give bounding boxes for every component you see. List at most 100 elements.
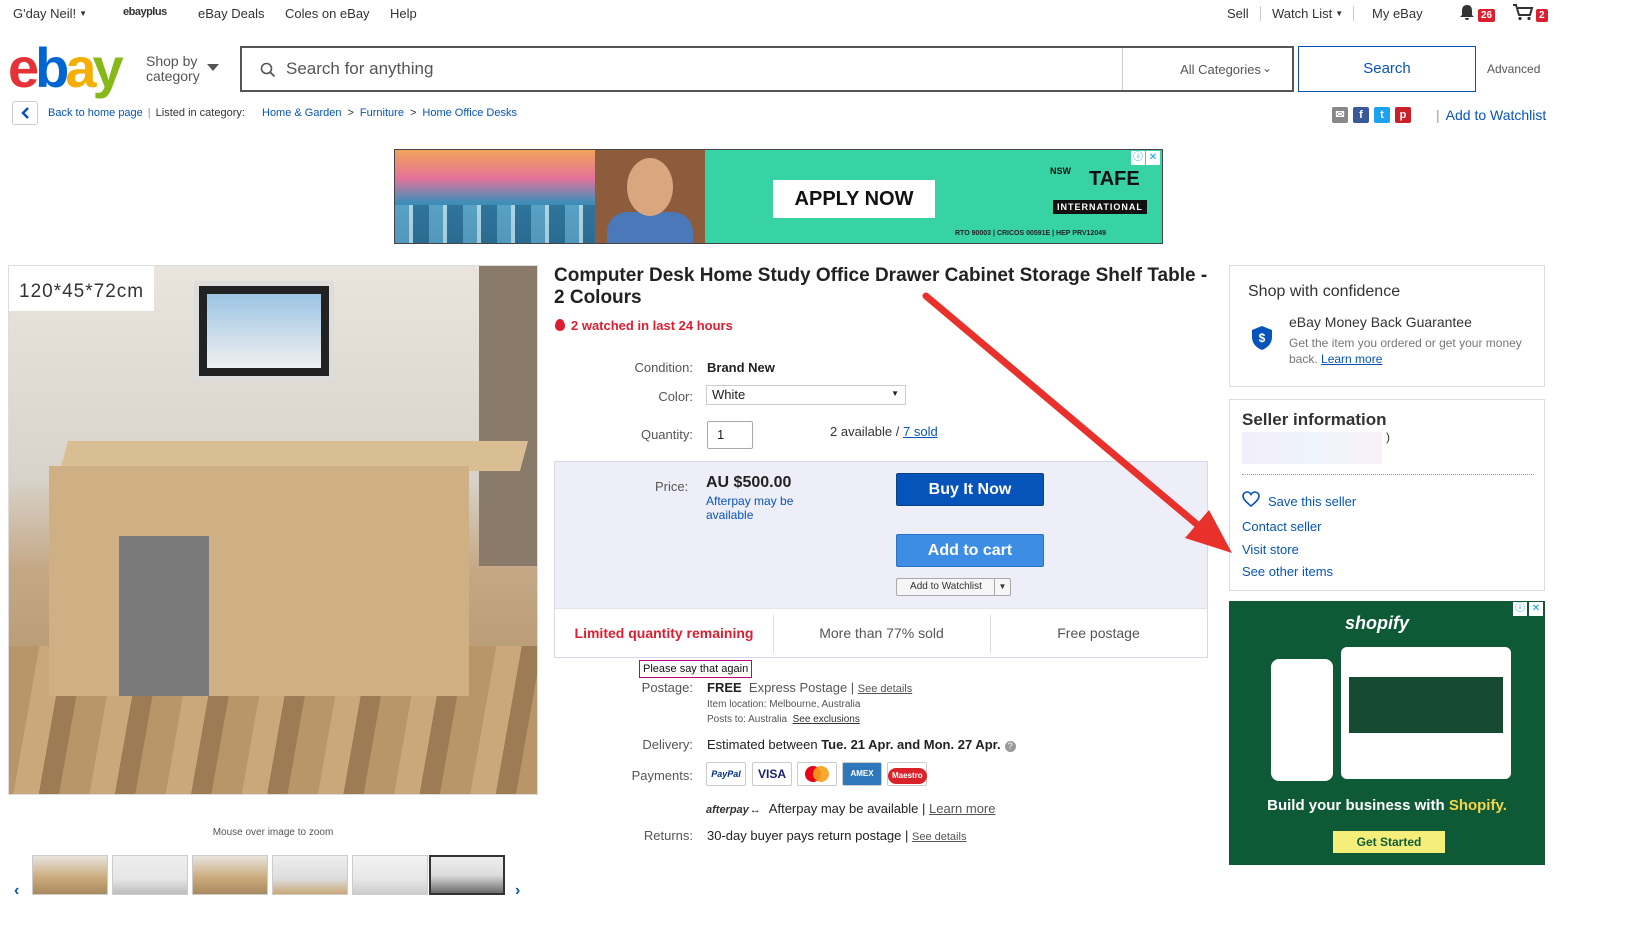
chevron-down-icon: ▼ (891, 389, 899, 398)
save-seller-link[interactable]: Save this seller (1268, 494, 1356, 509)
apply-now-button[interactable]: APPLY NOW (773, 180, 935, 218)
chevron-left-icon (21, 107, 29, 119)
breadcrumb-furniture[interactable]: Furniture (360, 107, 404, 119)
advanced-search-link[interactable]: Advanced (1487, 62, 1540, 76)
zoom-hint: Mouse over image to zoom (212, 827, 334, 838)
afterpay-row: afterpay↔ Afterpay may be available | Lea… (706, 801, 995, 816)
rto-text: RTO 90003 | CRICOS 00591E | HEP PRV12049 (955, 230, 1107, 237)
shopify-tagline: Build your business with Shopify. (1229, 797, 1545, 814)
sold-link[interactable]: 7 sold (903, 424, 938, 439)
ebay-deals-link[interactable]: eBay Deals (198, 6, 264, 21)
color-select-value: White (712, 387, 746, 402)
product-title: Computer Desk Home Study Office Drawer C… (554, 265, 1208, 308)
contact-seller-link[interactable]: Contact seller (1242, 519, 1321, 534)
ad-close-icon[interactable]: ✕ (1529, 602, 1543, 616)
ad-close-icon[interactable]: ✕ (1146, 151, 1160, 165)
search-button[interactable]: Search (1298, 46, 1476, 92)
get-started-button[interactable]: Get Started (1333, 831, 1445, 853)
product-main-image[interactable]: 120*45*72cm (8, 265, 538, 795)
thumbnail[interactable] (352, 855, 428, 895)
face-shape (627, 158, 673, 216)
watchlist-menu[interactable]: Watch List ▼ (1272, 6, 1343, 21)
ad-info-icon[interactable]: ⓘ (1131, 151, 1145, 165)
cart-count-badge: 2 (1536, 9, 1548, 22)
logo-letter: a (65, 36, 96, 99)
availability: 2 available / 7 sold (830, 424, 938, 439)
tagline-text: Build your business with (1267, 797, 1445, 814)
color-label: Color: (658, 389, 693, 404)
see-exclusions-link[interactable]: See exclusions (793, 714, 860, 725)
thumbnail[interactable] (32, 855, 108, 895)
category-select[interactable]: All Categories ⌄ (1122, 48, 1292, 90)
buy-it-now-button[interactable]: Buy It Now (896, 473, 1044, 506)
ebay-logo[interactable]: ebay (8, 40, 124, 96)
monitor-shape (194, 281, 334, 381)
thumbnail[interactable] (112, 855, 188, 895)
facebook-share-icon[interactable]: f (1353, 106, 1369, 123)
chevron-down-icon[interactable]: ▼ (994, 579, 1010, 595)
visit-store-link[interactable]: Visit store (1242, 542, 1299, 557)
phone-mockup (1271, 659, 1333, 781)
back-button[interactable] (12, 101, 38, 125)
help-icon[interactable]: ? (1004, 741, 1016, 752)
condition-label: Condition: (634, 360, 693, 375)
thumbnail[interactable] (272, 855, 348, 895)
caret-down-icon (207, 64, 219, 71)
twitter-share-icon[interactable]: t (1374, 106, 1390, 123)
postage-details-link[interactable]: See details (858, 683, 912, 695)
afterpay-text: Afterpay may be available | (768, 801, 926, 816)
delivery-label: Delivery: (642, 737, 693, 752)
breadcrumb-home-office-desks[interactable]: Home Office Desks (422, 107, 517, 119)
divider (1353, 6, 1354, 21)
coles-link[interactable]: Coles on eBay (285, 6, 370, 21)
color-select[interactable]: White ▼ (706, 385, 906, 405)
cart-button[interactable]: 2 (1512, 3, 1548, 22)
price-value: AU $500.00 (706, 474, 792, 491)
afterpay-note[interactable]: Afterpay may be available (706, 494, 816, 522)
thumbnail-selected[interactable] (429, 855, 505, 895)
thumb-prev-icon[interactable]: ‹ (14, 882, 19, 900)
visa-icon: VISA (752, 762, 792, 786)
maestro-text: Maestro (888, 768, 927, 784)
divider: | (147, 107, 151, 119)
shopify-ad[interactable]: ⓘ ✕ shopify Build your business with Sho… (1229, 601, 1545, 865)
ebay-plus-link[interactable]: ebayplus (123, 6, 167, 18)
heart-icon[interactable] (1242, 491, 1260, 507)
price-label: Price: (655, 479, 689, 494)
email-share-icon[interactable]: ✉ (1332, 106, 1348, 123)
see-other-items-link[interactable]: See other items (1242, 564, 1333, 579)
returns-details-link[interactable]: See details (912, 831, 966, 843)
tafe-banner-ad[interactable]: APPLY NOW NSW TAFE INTERNATIONAL RTO 900… (394, 149, 1163, 244)
watchlist-text: Watch List (1272, 6, 1333, 21)
breadcrumb-home-garden[interactable]: Home & Garden (262, 107, 341, 119)
add-to-watchlist-button[interactable]: Add to Watchlist ▼ (896, 578, 1011, 596)
afterpay-learn-more-link[interactable]: Learn more (929, 801, 995, 816)
thumb-next-icon[interactable]: › (515, 882, 520, 900)
add-to-cart-button[interactable]: Add to cart (896, 534, 1044, 567)
computer-tower-shape (119, 536, 209, 696)
seller-feedback-paren: ) (1386, 430, 1390, 444)
quantity-input[interactable]: 1 (707, 421, 753, 449)
help-link[interactable]: Help (390, 6, 417, 21)
logo-letter: e (8, 36, 39, 99)
ad-info-icon[interactable]: ⓘ (1513, 602, 1527, 616)
my-ebay-link[interactable]: My eBay (1372, 6, 1423, 21)
back-to-home-link[interactable]: Back to home page (48, 107, 143, 119)
listed-in-label: Listed in category: (155, 107, 245, 119)
afterpay-logo: afterpay (706, 804, 749, 816)
pinterest-share-icon[interactable]: p (1395, 106, 1411, 123)
mbg-learn-more-link[interactable]: Learn more (1321, 352, 1382, 366)
sold-percent-text: More than 77% sold (819, 625, 944, 641)
breadcrumb: Back to home page | Listed in category: Ho… (48, 107, 517, 119)
shop-by-category-button[interactable]: Shop by category (146, 54, 200, 84)
greeting-menu[interactable]: G'day Neil! ▼ (13, 6, 87, 21)
category-select-value: All Categories (1180, 62, 1261, 77)
delivery-dates: Tue. 21 Apr. and Mon. 27 Apr. (821, 737, 1001, 752)
search-input[interactable] (286, 48, 1116, 90)
thumbnail[interactable] (192, 855, 268, 895)
sell-link[interactable]: Sell (1227, 6, 1249, 21)
notifications-button[interactable]: 26 (1458, 3, 1496, 22)
purchase-signals-row: Limited quantity remaining More than 77%… (555, 608, 1207, 657)
add-to-watchlist-link[interactable]: | Add to Watchlist (1436, 107, 1546, 123)
returns-text: 30-day buyer pays return postage | (707, 828, 909, 843)
